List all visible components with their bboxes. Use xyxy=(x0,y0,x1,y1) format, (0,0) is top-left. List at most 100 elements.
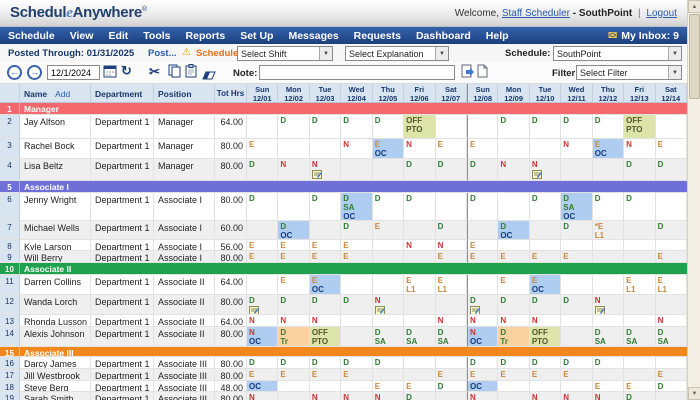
schedule-cell[interactable]: D xyxy=(655,221,687,240)
schedule-cell[interactable]: D SA xyxy=(592,327,625,347)
select-explanation-dropdown[interactable]: Select Explanation ▼ xyxy=(345,46,449,61)
schedule-cell[interactable]: E xyxy=(467,240,499,251)
schedule-cell[interactable]: D xyxy=(498,115,530,139)
schedule-cell[interactable]: D xyxy=(341,221,373,240)
schedule-cell[interactable] xyxy=(561,327,593,347)
schedule-cell[interactable]: D SA xyxy=(624,327,656,347)
schedule-cell[interactable]: D xyxy=(372,357,405,369)
schedule-cell[interactable]: D xyxy=(624,193,656,221)
inbox-button[interactable]: ✉ My Inbox: 9 xyxy=(608,29,679,43)
schedule-cell[interactable]: D Tr xyxy=(278,327,310,347)
schedule-cell[interactable]: D xyxy=(561,115,593,139)
filter-dropdown[interactable]: Select Filter ▼ xyxy=(576,65,682,80)
schedule-cell[interactable] xyxy=(341,159,373,181)
scroll-up-button[interactable]: ▲ xyxy=(688,0,700,13)
scroll-down-button[interactable]: ▼ xyxy=(688,387,700,400)
schedule-cell[interactable]: D xyxy=(529,295,562,315)
schedule-cell[interactable]: E xyxy=(435,369,467,381)
schedule-cell[interactable]: E xyxy=(372,381,405,392)
schedule-cell[interactable]: D xyxy=(467,295,499,315)
schedule-cell[interactable]: E xyxy=(561,369,593,381)
refresh-icon[interactable]: ↻ xyxy=(121,63,132,79)
schedule-cell[interactable]: E xyxy=(592,381,625,392)
schedule-cell[interactable] xyxy=(341,327,373,347)
schedule-cell[interactable]: D xyxy=(404,159,436,181)
schedule-cell[interactable]: N xyxy=(624,139,656,159)
schedule-cell[interactable]: D xyxy=(529,115,562,139)
schedule-cell[interactable] xyxy=(435,193,467,221)
menu-item-dashboard[interactable]: Dashboard xyxy=(416,30,471,42)
schedule-cell[interactable] xyxy=(624,251,656,263)
schedule-cell[interactable]: N xyxy=(373,392,405,400)
schedule-cell[interactable]: D xyxy=(372,193,405,221)
schedule-cell[interactable]: E xyxy=(404,381,436,392)
schedule-cell[interactable]: D Tr xyxy=(498,327,530,347)
schedule-cell[interactable]: D OC xyxy=(498,221,530,240)
schedule-cell[interactable]: E L1 xyxy=(404,275,436,295)
schedule-cell[interactable]: D xyxy=(404,392,436,400)
schedule-cell[interactable]: N xyxy=(404,139,436,159)
new-note-icon[interactable] xyxy=(477,64,488,84)
schedule-cell[interactable]: N xyxy=(309,315,342,327)
post-link[interactable]: Post... xyxy=(148,48,177,59)
schedule-cell[interactable]: E xyxy=(341,240,373,251)
schedule-cell[interactable]: N xyxy=(530,392,562,400)
schedule-cell[interactable]: E xyxy=(529,251,562,263)
schedule-cell[interactable]: D xyxy=(278,115,310,139)
schedule-cell[interactable]: D xyxy=(529,193,562,221)
save-note-icon[interactable] xyxy=(461,64,474,84)
schedule-cell[interactable] xyxy=(372,315,405,327)
schedule-cell[interactable]: E xyxy=(372,221,405,240)
paste-icon[interactable] xyxy=(185,64,197,83)
schedule-cell[interactable]: D xyxy=(372,115,405,139)
schedule-cell[interactable]: E xyxy=(655,139,687,159)
schedule-cell[interactable]: D xyxy=(435,159,467,181)
schedule-cell[interactable] xyxy=(372,251,405,263)
schedule-cell[interactable] xyxy=(278,392,310,400)
menu-item-view[interactable]: View xyxy=(70,30,94,42)
schedule-cell[interactable]: D SA OC xyxy=(561,193,593,221)
schedule-cell[interactable]: E xyxy=(467,369,499,381)
schedule-cell[interactable]: D xyxy=(341,357,373,369)
schedule-cell[interactable]: N xyxy=(467,315,499,327)
schedule-cell[interactable] xyxy=(247,275,279,295)
scissors-icon[interactable]: ✂ xyxy=(149,64,160,80)
schedule-cell[interactable]: D xyxy=(561,221,593,240)
schedule-cell[interactable] xyxy=(404,251,436,263)
schedule-cell[interactable]: N xyxy=(467,392,499,400)
schedule-cell[interactable]: N OC xyxy=(247,327,279,347)
schedule-cell[interactable]: E xyxy=(467,251,499,263)
select-shift-dropdown[interactable]: Select Shift ▼ xyxy=(237,46,333,61)
schedule-cell[interactable] xyxy=(309,221,342,240)
schedule-cell[interactable]: E L1 xyxy=(655,275,687,295)
schedule-cell[interactable] xyxy=(498,381,530,392)
schedule-cell[interactable] xyxy=(372,159,405,181)
note-icon[interactable] xyxy=(249,306,277,314)
schedule-cell[interactable]: D xyxy=(561,357,593,369)
schedule-cell[interactable]: D xyxy=(624,159,656,181)
copy-icon[interactable] xyxy=(168,64,181,83)
schedule-cell[interactable]: N xyxy=(341,139,373,159)
schedule-cell[interactable]: D xyxy=(435,381,467,392)
schedule-cell[interactable] xyxy=(372,275,405,295)
schedule-cell[interactable] xyxy=(592,159,625,181)
schedule-cell[interactable]: N xyxy=(655,315,687,327)
schedule-cell[interactable]: D xyxy=(309,115,342,139)
schedule-cell[interactable] xyxy=(467,275,499,295)
schedule-cell[interactable] xyxy=(624,315,656,327)
schedule-cell[interactable] xyxy=(278,193,310,221)
schedule-cell[interactable]: E OC xyxy=(309,275,342,295)
schedule-cell[interactable]: E xyxy=(561,251,593,263)
schedule-cell[interactable] xyxy=(624,295,656,315)
schedule-cell[interactable]: E xyxy=(624,381,656,392)
schedule-cell[interactable]: E xyxy=(435,139,467,159)
schedule-cell[interactable]: N xyxy=(498,315,530,327)
schedule-cell[interactable] xyxy=(372,369,405,381)
add-employee-link[interactable]: Add xyxy=(55,89,70,99)
schedule-cell[interactable]: N xyxy=(529,159,562,181)
menu-item-requests[interactable]: Requests xyxy=(354,30,401,42)
schedule-cell[interactable]: D xyxy=(467,357,499,369)
schedule-cell[interactable]: E xyxy=(498,369,530,381)
schedule-cell[interactable] xyxy=(341,275,373,295)
schedule-cell[interactable]: D xyxy=(341,115,373,139)
